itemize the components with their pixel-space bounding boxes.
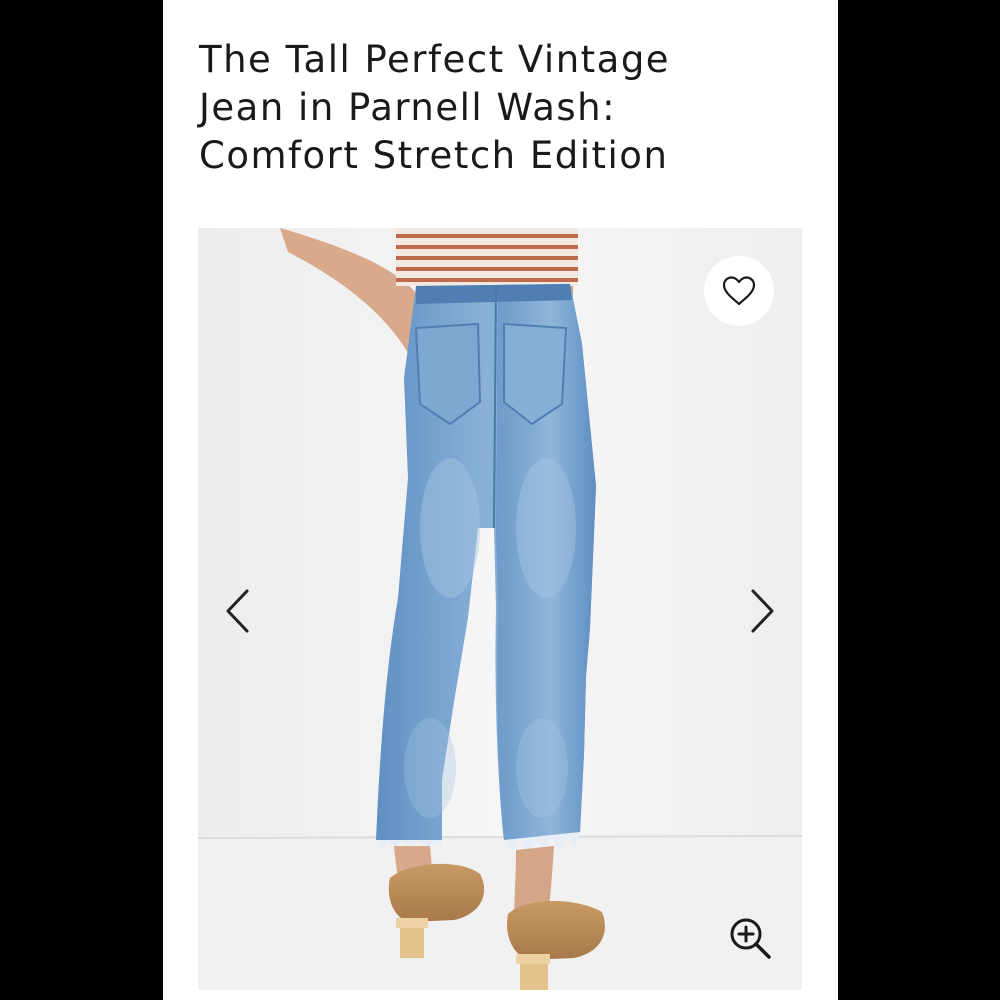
- product-image-gallery: [198, 228, 802, 990]
- product-title: The Tall Perfect Vintage Jean in Parnell…: [199, 36, 799, 180]
- chevron-left-icon: [226, 589, 249, 633]
- product-title-line-3: Comfort Stretch Edition: [199, 134, 669, 177]
- product-photo: [198, 228, 802, 990]
- previous-image-button[interactable]: [218, 583, 258, 639]
- striped-top: [396, 228, 578, 286]
- product-title-line-1: The Tall Perfect Vintage: [199, 38, 671, 81]
- next-image-button[interactable]: [742, 583, 782, 639]
- product-panel: The Tall Perfect Vintage Jean in Parnell…: [163, 0, 838, 1000]
- zoom-button[interactable]: [724, 912, 776, 964]
- product-title-line-2: Jean in Parnell Wash:: [199, 86, 617, 129]
- zoom-in-icon: [730, 918, 771, 959]
- chevron-right-icon: [751, 589, 774, 633]
- favorite-button[interactable]: [704, 256, 774, 326]
- heart-outline-icon: [722, 276, 756, 306]
